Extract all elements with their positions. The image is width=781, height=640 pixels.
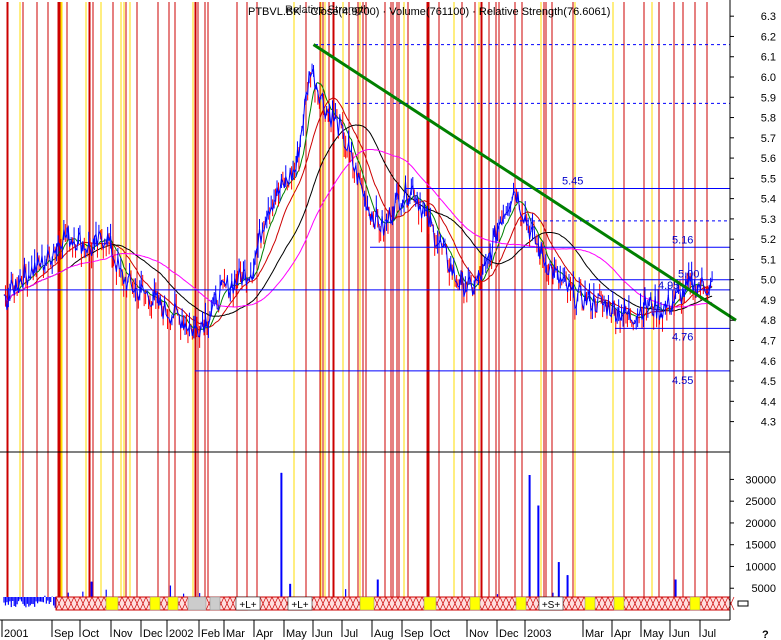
price-tick-label: 5.6 bbox=[761, 153, 776, 165]
x-tick-label: Aug bbox=[374, 628, 394, 640]
x-tick-label: Oct bbox=[433, 628, 450, 640]
x-tick-label: Dec bbox=[143, 628, 163, 640]
price-tick-label: 5.4 bbox=[761, 194, 776, 206]
price-tick-label: 6.0 bbox=[761, 72, 776, 84]
signal-block bbox=[689, 596, 701, 611]
x-tick-label: May bbox=[643, 628, 664, 640]
price-tick-label: 6.3 bbox=[761, 11, 776, 23]
x-tick-label: Mar bbox=[585, 628, 604, 640]
signal-block bbox=[469, 596, 481, 611]
volume-tick-label: 15000 bbox=[745, 540, 776, 552]
level-label: 5.00 bbox=[678, 269, 699, 281]
price-volume-chart: 5.45 5.16 5.00 4.95 4.76 4.55 +L+ +L+ +S+ 6.3 6.2 6… bbox=[0, 0, 781, 640]
signal-block bbox=[105, 596, 119, 611]
price-tick-label: 5.0 bbox=[761, 275, 776, 287]
x-tick-label: Jun bbox=[672, 628, 690, 640]
volume-tick-label: 10000 bbox=[745, 561, 776, 573]
price-tick-label: 5.9 bbox=[761, 92, 776, 104]
help-question-mark: ? bbox=[762, 629, 769, 640]
x-tick-label: Dec bbox=[499, 628, 519, 640]
x-tick-label: Sep bbox=[54, 628, 74, 640]
volume-tick-label: 30000 bbox=[745, 474, 776, 486]
x-tick-label: Nov bbox=[469, 628, 489, 640]
signal-block bbox=[515, 596, 527, 611]
signal-marker-label: +L+ bbox=[239, 600, 256, 611]
price-tick-label: 4.3 bbox=[761, 417, 776, 429]
x-tick-label: Mar bbox=[226, 628, 245, 640]
volume-tick-label: 5000 bbox=[752, 583, 776, 595]
level-label: 4.55 bbox=[672, 375, 693, 387]
signal-block bbox=[423, 596, 437, 611]
level-label: 4.76 bbox=[672, 331, 693, 343]
volume-tick-label: 20000 bbox=[745, 518, 776, 530]
chart-canvas: 5.455.165.004.954.764.55+L+ +L+ +S+6.36.26… bbox=[0, 0, 781, 640]
x-tick-label: May bbox=[286, 628, 307, 640]
signal-block bbox=[167, 596, 179, 611]
price-tick-label: 6.2 bbox=[761, 31, 776, 43]
price-tick-label: 6.1 bbox=[761, 52, 776, 64]
signal-block bbox=[613, 596, 625, 611]
volume-legend-box bbox=[737, 600, 749, 607]
x-tick-label: Apr bbox=[614, 628, 631, 640]
x-tick-label: Nov bbox=[113, 628, 133, 640]
x-tick-label: Oct bbox=[82, 628, 99, 640]
signal-block bbox=[187, 596, 207, 611]
signal-block bbox=[359, 596, 375, 611]
price-tick-label: 5.5 bbox=[761, 173, 776, 185]
volume-tick-label: 25000 bbox=[745, 496, 776, 508]
price-tick-label: 5.2 bbox=[761, 234, 776, 246]
price-tick-label: 4.6 bbox=[761, 356, 776, 368]
signal-marker-label: +S+ bbox=[542, 600, 561, 611]
level-label: 5.45 bbox=[562, 175, 583, 187]
price-tick-label: 4.4 bbox=[761, 396, 776, 408]
signal-block bbox=[209, 596, 221, 611]
price-tick-label: 5.8 bbox=[761, 113, 776, 125]
signal-marker-label: +L+ bbox=[291, 600, 308, 611]
x-tick-label: Jul bbox=[344, 628, 358, 640]
x-tick-label: 2001 bbox=[4, 628, 28, 640]
price-tick-label: 5.3 bbox=[761, 214, 776, 226]
x-tick-label: Apr bbox=[256, 628, 273, 640]
price-tick-label: 4.5 bbox=[761, 376, 776, 388]
signal-strip: +L+ +L+ +S+ bbox=[55, 596, 735, 611]
price-tick-label: 5.1 bbox=[761, 254, 776, 266]
price-tick-label: 4.8 bbox=[761, 315, 776, 327]
x-tick-label: 2003 bbox=[527, 628, 551, 640]
price-tick-label: 5.7 bbox=[761, 133, 776, 145]
level-label: 5.16 bbox=[672, 234, 693, 246]
x-tick-label: Jul bbox=[702, 628, 716, 640]
x-tick-label: 2002 bbox=[169, 628, 193, 640]
x-tick-label: Sep bbox=[404, 628, 424, 640]
price-tick-label: 4.7 bbox=[761, 336, 776, 348]
price-tick-label: 4.9 bbox=[761, 295, 776, 307]
x-tick-label: Jun bbox=[315, 628, 333, 640]
chart-title-overlap: Relative Strength bbox=[285, 4, 369, 16]
signal-block bbox=[149, 596, 161, 611]
x-tick-label: Feb bbox=[201, 628, 220, 640]
signal-block bbox=[584, 596, 596, 611]
